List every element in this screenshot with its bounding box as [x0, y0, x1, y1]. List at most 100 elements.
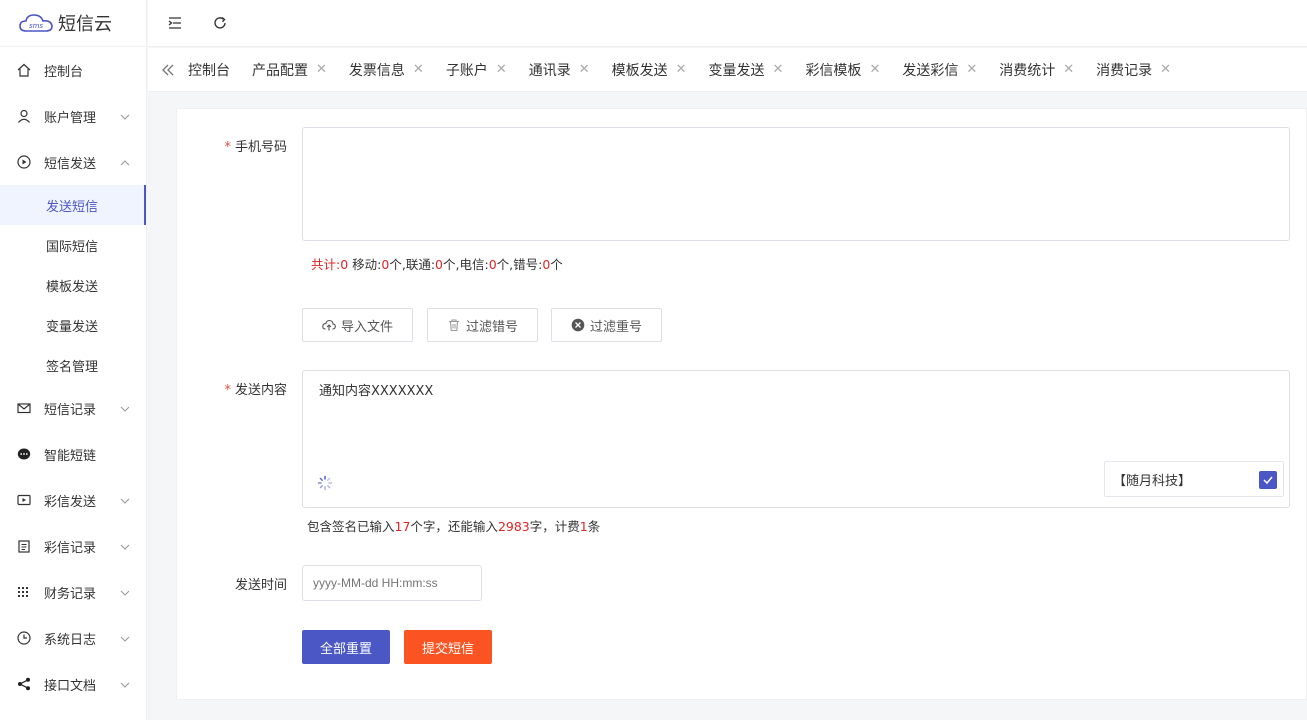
double-chevron-left-icon[interactable]: [158, 60, 178, 80]
send-sms-form: * 手机号码 共计:0 移动:0个,联通:0个,电信:0个,错号:0个 导入文件 …: [176, 108, 1307, 700]
sidebar-subitem-label: 模板发送: [46, 279, 99, 295]
sidebar-subitem-signature[interactable]: 签名管理: [0, 345, 146, 385]
sidebar-item-label: 接口文档: [44, 678, 97, 694]
clipboard-icon: [17, 539, 31, 553]
sidebar-item-label: 系统日志: [44, 632, 97, 648]
tab-dashboard[interactable]: 控制台: [188, 60, 230, 80]
close-icon[interactable]: ✕: [773, 62, 784, 77]
tab-label: 控制台: [188, 62, 230, 79]
tab-subaccount[interactable]: 子账户 ✕: [446, 60, 507, 80]
cloud-upload-icon: [322, 319, 336, 331]
signature-text: 【随月科技】: [1113, 473, 1192, 489]
submit-sms-button[interactable]: 提交短信: [404, 630, 492, 664]
tab-mms-template[interactable]: 彩信模板 ✕: [805, 60, 880, 80]
reset-all-button[interactable]: 全部重置: [302, 630, 390, 664]
sidebar-item-system-log[interactable]: 系统日志: [0, 615, 146, 661]
tab-bar: 控制台 产品配置 ✕ 发票信息 ✕ 子账户 ✕ 通讯录 ✕ 模板发送 ✕ 变量发送 ✕ 彩信…: [148, 48, 1307, 92]
tab-send-mms[interactable]: 发送彩信 ✕: [902, 60, 977, 80]
tab-product-config[interactable]: 产品配置 ✕: [252, 60, 327, 80]
tab-template-send[interactable]: 模板发送 ✕: [612, 60, 687, 80]
chat-bubble-icon: [17, 447, 31, 461]
close-icon[interactable]: ✕: [1063, 62, 1074, 77]
tab-contacts[interactable]: 通讯录 ✕: [529, 60, 590, 80]
filter-wrong-button[interactable]: 过滤错号: [427, 308, 538, 342]
import-file-button[interactable]: 导入文件: [302, 308, 413, 342]
tab-label: 变量发送: [708, 62, 765, 79]
tab-variable-send[interactable]: 变量发送 ✕: [709, 60, 784, 80]
sidebar-subitem-template-send[interactable]: 模板发送: [0, 265, 146, 305]
grid-icon: [17, 585, 31, 599]
close-icon[interactable]: ✕: [496, 62, 507, 77]
filter-duplicate-button[interactable]: 过滤重号: [551, 308, 662, 342]
close-icon[interactable]: ✕: [966, 62, 977, 77]
chevron-down-icon: [120, 541, 130, 551]
send-time-input[interactable]: [302, 565, 482, 601]
tab-label: 产品配置: [252, 62, 308, 79]
required-mark: *: [224, 140, 231, 155]
sidebar-item-label: 短信发送: [44, 156, 97, 172]
sidebar-subitem-label: 变量发送: [46, 319, 99, 335]
sidebar-item-smart-link[interactable]: 智能短链: [0, 431, 146, 477]
sidebar-nav-lower: 短信记录 智能短链 彩信发送 彩信记录 财务记录 系统日志 接口文档: [0, 385, 146, 707]
tab-label: 子账户: [445, 62, 488, 79]
sidebar-subitem-send-sms[interactable]: 发送短信: [0, 185, 146, 225]
phone-numbers-input[interactable]: [302, 127, 1290, 241]
refresh-icon[interactable]: [210, 13, 230, 33]
close-icon[interactable]: ✕: [316, 62, 327, 77]
loading-spinner-icon[interactable]: [317, 475, 333, 491]
sms-content-text[interactable]: 通知内容XXXXXXX: [319, 380, 433, 399]
sidebar-subitem-variable-send[interactable]: 变量发送: [0, 305, 146, 345]
close-icon[interactable]: ✕: [1160, 62, 1171, 77]
top-bar: [148, 0, 1307, 47]
sidebar-item-label: 彩信记录: [44, 540, 97, 556]
chevron-up-icon: [120, 157, 130, 167]
sidebar-item-sms-records[interactable]: 短信记录: [0, 385, 146, 431]
menu-fold-icon[interactable]: [165, 13, 185, 33]
tab-consumption-stats[interactable]: 消费统计 ✕: [999, 60, 1074, 80]
cloud-logo-icon: sms: [19, 14, 53, 32]
close-icon[interactable]: ✕: [579, 62, 590, 77]
sidebar-nav: 控制台 账户管理 短信发送: [0, 47, 146, 185]
sidebar-item-mms-send[interactable]: 彩信发送: [0, 477, 146, 523]
sidebar-item-mms-records[interactable]: 彩信记录: [0, 523, 146, 569]
sidebar-item-dashboard[interactable]: 控制台: [0, 47, 146, 93]
close-icon[interactable]: ✕: [413, 62, 424, 77]
video-icon: [17, 493, 31, 507]
required-mark: *: [224, 383, 231, 398]
clock-icon: [17, 631, 31, 645]
signature-select[interactable]: 【随月科技】: [1104, 461, 1284, 497]
tab-invoice[interactable]: 发票信息 ✕: [349, 60, 424, 80]
sidebar-item-finance[interactable]: 财务记录: [0, 569, 146, 615]
sidebar-subitem-label: 签名管理: [46, 359, 99, 375]
sms-content-editor[interactable]: 通知内容XXXXXXX 【随月科技】: [302, 370, 1290, 508]
phone-label: * 手机号码: [224, 140, 287, 155]
char-count: 包含签名已输入17个字，还能输入2983字，计费1条: [307, 519, 601, 534]
logo-text: 短信云: [58, 14, 112, 35]
phone-stats: 共计:0 移动:0个,联通:0个,电信:0个,错号:0个: [311, 257, 563, 272]
chevron-down-icon: [120, 633, 130, 643]
tab-label: 彩信模板: [805, 62, 862, 79]
trash-icon: [448, 319, 459, 332]
checkbox-checked-icon[interactable]: [1259, 471, 1277, 489]
tab-label: 发送彩信: [902, 62, 959, 79]
sidebar-item-label: 短信记录: [44, 402, 97, 418]
send-time-label: 发送时间: [234, 578, 287, 593]
sidebar-item-api-docs[interactable]: 接口文档: [0, 661, 146, 707]
sidebar-subitem-label: 国际短信: [46, 239, 99, 255]
close-icon[interactable]: ✕: [869, 62, 880, 77]
close-circle-icon: [571, 318, 585, 332]
content-label: * 发送内容: [224, 383, 287, 398]
home-icon: [17, 63, 31, 77]
sidebar-item-label: 控制台: [44, 64, 84, 80]
close-icon[interactable]: ✕: [676, 62, 687, 77]
chevron-down-icon: [120, 495, 130, 505]
tab-consumption-records[interactable]: 消费记录 ✕: [1096, 60, 1171, 80]
logo-badge: sms: [29, 22, 43, 30]
tab-label: 通讯录: [528, 62, 571, 79]
sidebar-item-account[interactable]: 账户管理: [0, 93, 146, 139]
logo[interactable]: sms 短信云: [0, 0, 146, 47]
sidebar-item-sms-send[interactable]: 短信发送: [0, 139, 146, 185]
sidebar-subitem-intl-sms[interactable]: 国际短信: [0, 225, 146, 265]
tab-label: 消费记录: [1096, 62, 1153, 79]
mail-icon: [17, 401, 31, 415]
